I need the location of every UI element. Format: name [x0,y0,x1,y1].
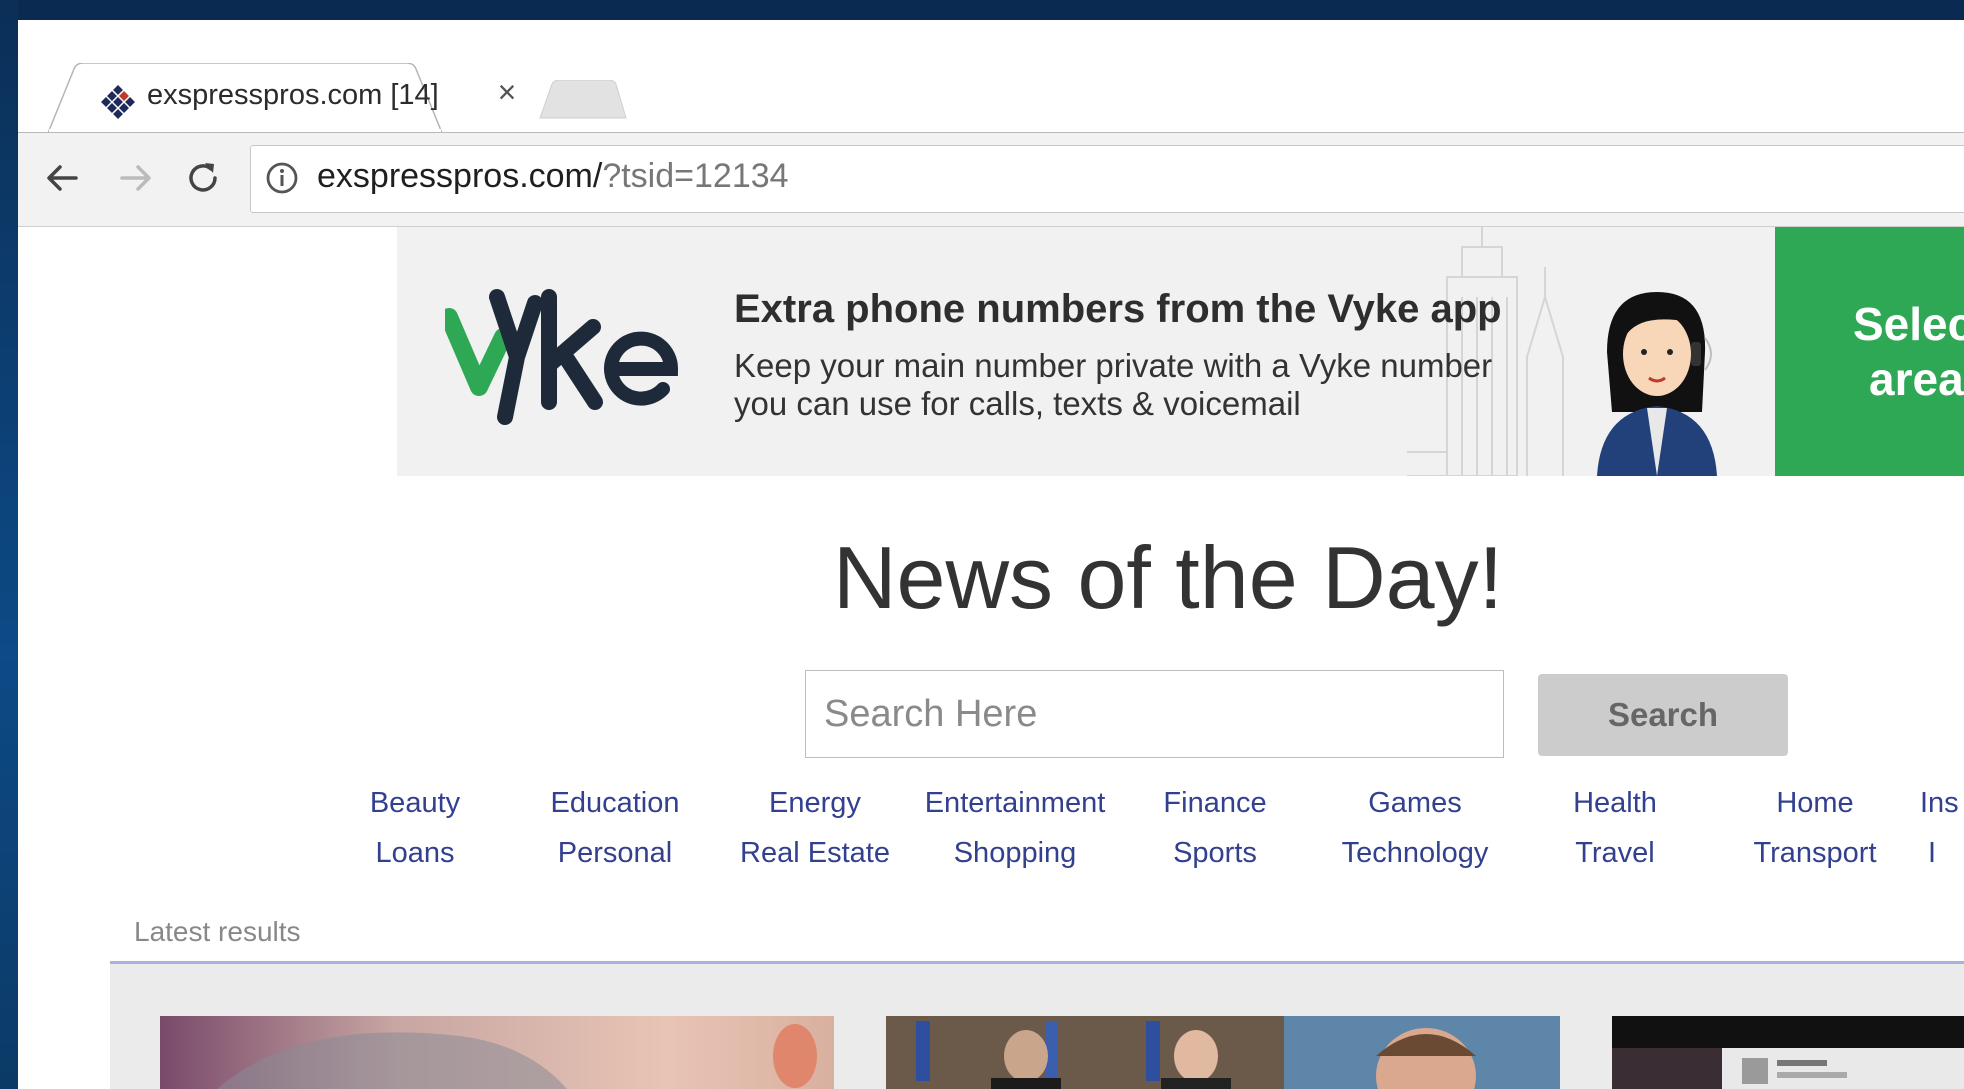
news-thumbnail-1[interactable] [160,1016,834,1089]
back-arrow-icon[interactable] [38,153,88,203]
category-link-sports[interactable]: Sports [1120,837,1310,870]
category-link-finance[interactable]: Finance [1120,787,1310,820]
news-thumbnail-3[interactable] [1612,1016,1964,1089]
browser-toolbar: exspresspros.com/?tsid=12134 [18,133,1964,227]
ad-cta-panel[interactable]: Select area [1775,227,1964,476]
page-headline: News of the Day! [832,528,1504,627]
desktop-wallpaper-edge [0,0,18,1089]
url-host: exspresspros.com/ [317,157,603,195]
url-text[interactable]: exspresspros.com/?tsid=12134 [317,157,789,196]
latest-results-label: Latest results [134,916,301,947]
forward-arrow-icon[interactable] [110,153,160,203]
category-links: Beauty Education Energy Entertainment Fi… [18,787,1964,887]
category-link-home[interactable]: Home [1720,787,1910,820]
category-link-loans[interactable]: Loans [320,837,510,870]
category-link-personal[interactable]: Personal [520,837,710,870]
tab-title: exspresspros.com [14] [147,79,439,111]
category-link-beauty[interactable]: Beauty [320,787,510,820]
ad-body-line1: Keep your main number private with a Vyk… [734,347,1493,384]
ad-cta-line1: Select [1853,298,1964,350]
ad-cta-line2: area [1869,353,1964,405]
category-link-partial[interactable]: I [1928,837,1964,870]
category-link-insurance[interactable]: Ins [1920,787,1964,820]
tab-close-icon[interactable]: × [490,75,524,109]
browser-window: exspresspros.com [14] × exspresspros.com… [18,20,1964,1089]
browser-tab-active[interactable]: exspresspros.com [14] × [48,63,568,133]
reload-icon[interactable] [178,153,228,203]
search-button[interactable]: Search [1538,674,1788,756]
url-query: ?tsid=12134 [602,157,789,195]
vyke-logo-icon [445,289,679,425]
address-bar[interactable]: exspresspros.com/?tsid=12134 [250,145,1964,213]
woman-on-phone-illustration [1597,292,1717,476]
tab-strip: exspresspros.com [14] × [18,20,1964,133]
ad-body-line2: you can use for calls, texts & voicemail [734,385,1301,422]
category-link-technology[interactable]: Technology [1320,837,1510,870]
category-link-education[interactable]: Education [520,787,710,820]
vyke-ad-banner[interactable]: Extra phone numbers from the Vyke app Ke… [397,227,1964,476]
ad-body: Keep your main number private with a Vyk… [734,347,1492,423]
site-info-icon[interactable] [265,161,299,195]
page-content: Extra phone numbers from the Vyke app Ke… [18,227,1964,1089]
category-link-energy[interactable]: Energy [720,787,910,820]
category-link-entertainment[interactable]: Entertainment [920,787,1110,820]
ad-cta-text[interactable]: Select area [1853,297,1964,407]
category-link-shopping[interactable]: Shopping [920,837,1110,870]
ad-headline: Extra phone numbers from the Vyke app [734,287,1502,331]
search-input[interactable] [805,670,1504,758]
category-link-transport[interactable]: Transport [1720,837,1910,870]
site-favicon-icon [101,85,135,119]
category-link-games[interactable]: Games [1320,787,1510,820]
category-link-travel[interactable]: Travel [1520,837,1710,870]
category-link-health[interactable]: Health [1520,787,1710,820]
category-link-real-estate[interactable]: Real Estate [720,837,910,870]
new-tab-button[interactable] [538,80,628,120]
desktop-top-edge [0,0,1964,20]
news-thumbnail-2[interactable] [886,1016,1560,1089]
